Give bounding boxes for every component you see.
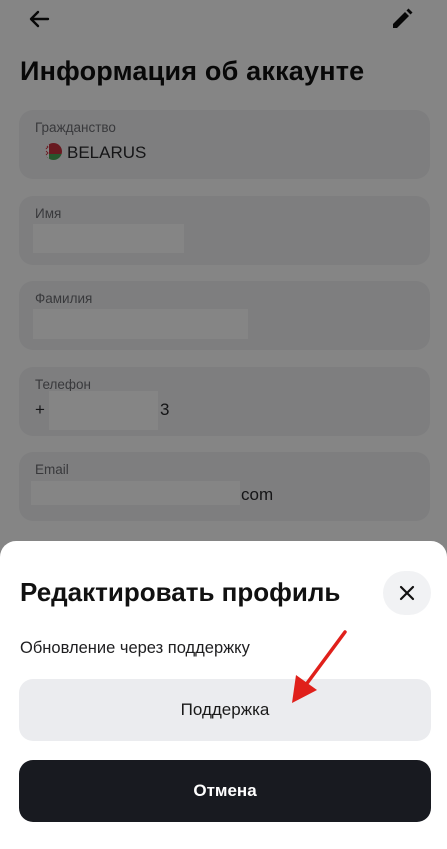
close-button[interactable] bbox=[383, 571, 431, 615]
sheet-description: Обновление через поддержку bbox=[20, 639, 250, 657]
sheet-title: Редактировать профиль bbox=[20, 577, 341, 607]
cancel-button[interactable]: Отмена bbox=[19, 760, 431, 822]
close-icon bbox=[399, 585, 415, 601]
support-button[interactable]: Поддержка bbox=[19, 679, 431, 741]
edit-profile-sheet: Редактировать профиль Обновление через п… bbox=[0, 541, 447, 849]
